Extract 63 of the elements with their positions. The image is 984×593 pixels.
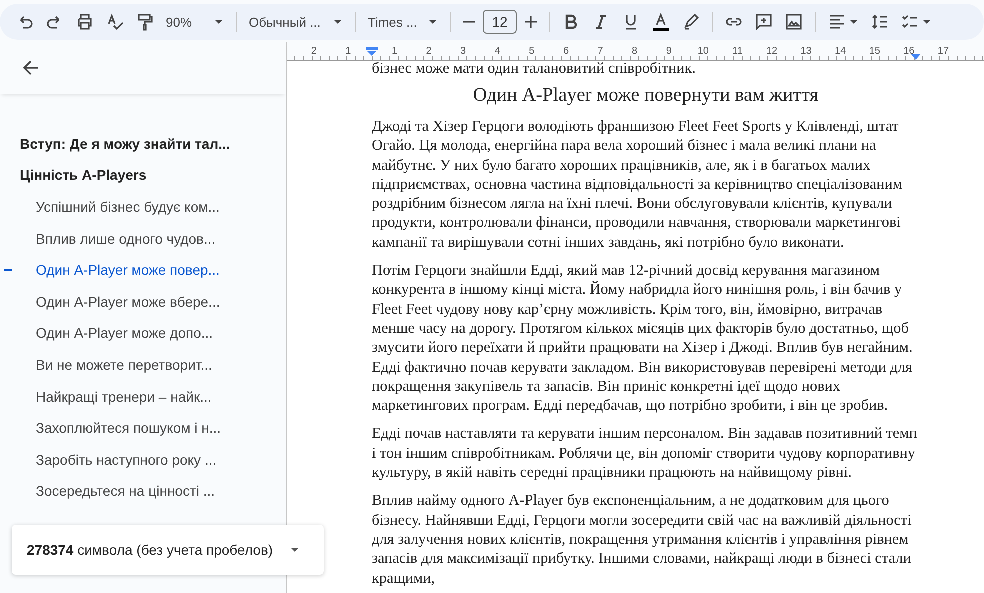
ruler-number: 15 [868,46,882,56]
caret-icon [214,19,224,25]
character-count: 278374 символа (без учета пробелов) [27,542,274,558]
ruler-number: 5 [528,46,536,56]
body-paragraph: Вплив найму одного A-Player був експоненціальним, а не додатковим для цього бізнесу. Найнявши Едді, Герцоги могли зосередити свій час на важливій діяльності для залучення нових клієнтів, покращення утримання клієнтів і управління рівнем запасів для максимізації прибутку. Іншими словами, найкращі люди в бізнесі стали кращими, [372,491,913,588]
ruler-number: 12 [765,46,779,56]
line-spacing-icon [871,13,889,31]
caret-icon [428,19,438,25]
outline-item[interactable]: Цінність A-Players [20,167,147,184]
outline-item[interactable]: Заробіть наступного року ... [36,452,217,468]
outline-item[interactable]: Найкращі тренери – найк... [36,388,212,405]
word-count-panel[interactable]: 278374 символа (без учета пробелов) [12,525,324,575]
font-dropdown[interactable]: Times ... [362,8,444,36]
ruler-number: 14 [834,46,848,56]
print-icon [76,13,94,31]
ruler-number: 8 [631,46,639,56]
minus-icon [463,21,475,23]
outline-item[interactable]: Ви не можете перетворит... [36,356,212,373]
body-text-line: бізнес може мати один талановитий співробітник. [372,61,697,77]
body-paragraph: Едді почав наставляти та керувати іншим персоналом. Він задавав позитивний темп і тон іншим співробітникам. Роблячи це, він допоміг створити чудову корпоративну культуру, в якій навіть середні працівники працюють на найвищому рівні. [372,424,918,482]
ruler-number: 9 [665,46,673,56]
caret-icon[interactable] [290,547,300,553]
ruler-number: 13 [800,46,813,56]
outline-item[interactable]: Один A-Player може повер... [36,262,220,278]
body-paragraph: Потім Герцоги знайшли Едді, який мав 12-річний досвід керування магазином конкурента в іншому кінці міста. Йому набридла його нинішня роль, і він бачив у Fleet Feet чудову нову кар’єрну можливість. Крім того, він, ймовірно, витрачав менше часу на дорогу. Протягом кількох місяців цих факторів було достатньо, щоб змусити його переїхати й прийти працювати на Хізер і Джоді. Вплив був негайним. Едді фактично почав керувати закладом. Він використовував перевірені методи для покращення закупівель та запасів. Він приніс конкретні ідеї щодо нових маркетингових програм. Едді передбачав, що потрібно зробити, і він це зробив. [372,261,914,416]
indent-marker-icon[interactable] [366,46,378,56]
caret-icon [922,19,932,25]
caret-icon [333,19,343,25]
highlighter-icon [682,13,700,31]
section-heading: Один A-Player може повернути вам життя [472,85,820,107]
outline-item[interactable]: Зосередьтеся на цінності ... [36,483,216,500]
checklist-icon [901,13,919,31]
ruler-number: 1 [344,46,352,56]
back-arrow-icon[interactable] [21,58,41,78]
outline-item[interactable]: Один A-Player може допо... [36,325,214,342]
font-size-field[interactable]: 12 [483,10,517,34]
outline-item[interactable]: Вступ: Де я можу знайти тал... [20,136,230,152]
paint-roller-icon [136,13,154,31]
ruler-number: 16 [902,46,916,56]
ruler-number: 6 [562,46,570,56]
ruler-number: 2 [425,46,433,56]
ruler-number: 2 [310,46,318,56]
ruler-number: 17 [936,46,950,56]
align-left-icon [828,13,846,31]
zoom-dropdown[interactable]: 90% [160,8,230,36]
style-dropdown[interactable]: Обычный ... [243,8,349,36]
ruler-number: 3 [460,46,468,56]
outline-item[interactable]: Захоплюйтеся пошуком і н... [36,420,222,436]
caret-icon [849,19,859,25]
ruler-number: 1 [390,46,399,56]
ruler-number: 11 [732,46,744,56]
plus-icon [525,16,537,28]
ruler-number: 7 [596,46,604,56]
body-paragraph: Джоді та Хізер Герцоги володіють франшизою Fleet Feet Sports у Клівленді, штат Огайо. Ця молода, енергійна пара вела хороший бізнес і мала великі плани на майбутнє. У них було багато хороших працівників, але, як і в багатьох малих підприємствах, основна частина відповідальності за керівництво спеціалізованим роздрібним бізнесом лягла на їхні плечі. Вони обслуговували клієнтів, купували продукти, контролювали фінанси, проводили навчання, створювали маркетингові кампанії та вирішували сотні інших завдань, які потрібно було виконати. [372,117,904,252]
add-comment-icon [755,13,773,31]
ruler-number: 10 [696,46,710,56]
outline-item[interactable]: Успішний бізнес будує ком... [36,198,220,215]
text-color-icon [652,12,670,32]
outline-item[interactable]: Вплив лише одного чудов... [36,230,216,247]
image-icon [785,13,803,31]
outline-item[interactable]: Один A-Player може вбере... [36,294,220,310]
spellcheck-icon [106,13,124,31]
ruler-number: 4 [494,46,502,56]
